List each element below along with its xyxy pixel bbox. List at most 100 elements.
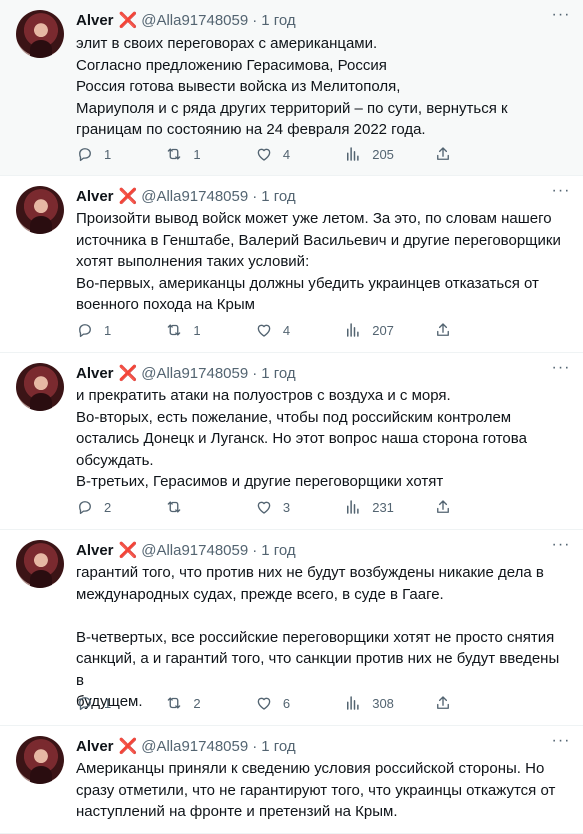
like-button[interactable]: 4 [255,321,344,339]
timestamp[interactable]: 1 год [261,738,295,755]
like-icon [255,321,273,339]
tweet-actions: 1 1 4 205 [76,144,523,164]
tweet-text: Произойти вывод войск может уже летом. З… [76,210,561,313]
tweet[interactable]: Alver ❌ @Alla91748059 · 1 год ··· элит в… [0,0,583,176]
tweet-text: гарантий того, что против них не будут в… [76,564,560,710]
like-count: 6 [282,695,291,711]
tweet[interactable]: Alver ❌ @Alla91748059 · 1 год ··· Америк… [0,726,583,834]
author-name[interactable]: Alver [76,12,114,29]
red-cross-badge-icon: ❌ [118,542,138,559]
tweet[interactable]: Alver ❌ @Alla91748059 · 1 год ··· гарант… [0,530,583,726]
tweet[interactable]: Alver ❌ @Alla91748059 · 1 год ··· и прек… [0,353,583,530]
more-icon[interactable]: ··· [551,733,571,754]
like-count: 4 [282,146,291,162]
reply-button[interactable]: 2 [76,498,165,516]
avatar[interactable] [16,540,64,588]
views-icon [344,694,362,712]
views-button[interactable]: 231 [344,498,433,516]
separator-dot: · [252,737,258,755]
like-button[interactable]: 4 [255,145,344,163]
views-count: 308 [372,695,394,711]
timestamp[interactable]: 1 год [261,12,295,29]
tweet-text: Американцы приняли к сведению условия ро… [76,760,556,820]
views-button[interactable]: 205 [344,145,433,163]
share-button[interactable] [434,694,523,712]
reply-button[interactable]: 1 [76,145,165,163]
author-handle[interactable]: @Alla91748059 [141,738,248,755]
tweet-header: Alver ❌ @Alla91748059 · 1 год [76,10,543,30]
separator-dot: · [252,364,258,382]
tweet-header: Alver ❌ @Alla91748059 · 1 год [76,186,543,206]
reply-button[interactable]: 1 [76,694,165,712]
separator-dot: · [252,187,258,205]
retweet-button[interactable]: 2 [165,694,254,712]
red-cross-badge-icon: ❌ [118,188,138,205]
tweet[interactable]: Alver ❌ @Alla91748059 · 1 год ··· Произо… [0,176,583,353]
red-cross-badge-icon: ❌ [118,738,138,755]
reply-count: 1 [104,322,112,338]
tweet-actions: 1 2 6 308 [76,693,523,713]
reply-icon [76,321,94,339]
avatar[interactable] [16,363,64,411]
timestamp[interactable]: 1 год [261,542,295,559]
tweet-header: Alver ❌ @Alla91748059 · 1 год [76,736,543,756]
like-count: 3 [282,499,291,515]
more-icon[interactable]: ··· [551,183,571,204]
retweet-icon [165,145,183,163]
views-icon [344,498,362,516]
share-button[interactable] [434,321,523,339]
views-button[interactable]: 308 [344,694,433,712]
author-name[interactable]: Alver [76,738,114,755]
retweet-icon [165,498,183,516]
tweet-header: Alver ❌ @Alla91748059 · 1 год [76,540,543,560]
retweet-button[interactable]: 1 [165,145,254,163]
retweet-count: 2 [193,695,201,711]
retweet-button[interactable] [165,498,254,516]
views-count: 231 [372,499,394,515]
separator-dot: · [252,11,258,29]
share-button[interactable] [434,145,523,163]
share-icon [434,498,452,516]
more-icon[interactable]: ··· [551,360,571,381]
like-button[interactable]: 3 [255,498,344,516]
reply-button[interactable]: 1 [76,321,165,339]
share-button[interactable] [434,498,523,516]
views-count: 207 [372,322,394,338]
views-button[interactable]: 207 [344,321,433,339]
retweet-icon [165,694,183,712]
views-icon [344,321,362,339]
author-name[interactable]: Alver [76,365,114,382]
separator-dot: · [252,541,258,559]
more-icon[interactable]: ··· [551,7,571,28]
tweet-header: Alver ❌ @Alla91748059 · 1 год [76,363,543,383]
author-handle[interactable]: @Alla91748059 [141,542,248,559]
avatar[interactable] [16,10,64,58]
like-count: 4 [282,322,291,338]
reply-count: 1 [104,695,112,711]
author-handle[interactable]: @Alla91748059 [141,188,248,205]
author-handle[interactable]: @Alla91748059 [141,12,248,29]
timestamp[interactable]: 1 год [261,365,295,382]
like-icon [255,694,273,712]
retweet-count: 1 [193,146,201,162]
tweet-actions: 1 1 4 207 [76,320,523,340]
share-icon [434,321,452,339]
reply-icon [76,145,94,163]
views-count: 205 [372,146,394,162]
author-name[interactable]: Alver [76,188,114,205]
retweet-button[interactable]: 1 [165,321,254,339]
more-icon[interactable]: ··· [551,537,571,558]
avatar[interactable] [16,186,64,234]
retweet-count: 1 [193,322,201,338]
tweet-actions: 2 3 231 [76,497,523,517]
timestamp[interactable]: 1 год [261,188,295,205]
avatar[interactable] [16,736,64,784]
author-name[interactable]: Alver [76,542,114,559]
tweet-text: и прекратить атаки на полуостров с возду… [76,387,527,490]
red-cross-badge-icon: ❌ [118,12,138,29]
retweet-icon [165,321,183,339]
reply-count: 1 [104,146,112,162]
like-button[interactable]: 6 [255,694,344,712]
tweet-feed: Alver ❌ @Alla91748059 · 1 год ··· элит в… [0,0,583,834]
author-handle[interactable]: @Alla91748059 [141,365,248,382]
